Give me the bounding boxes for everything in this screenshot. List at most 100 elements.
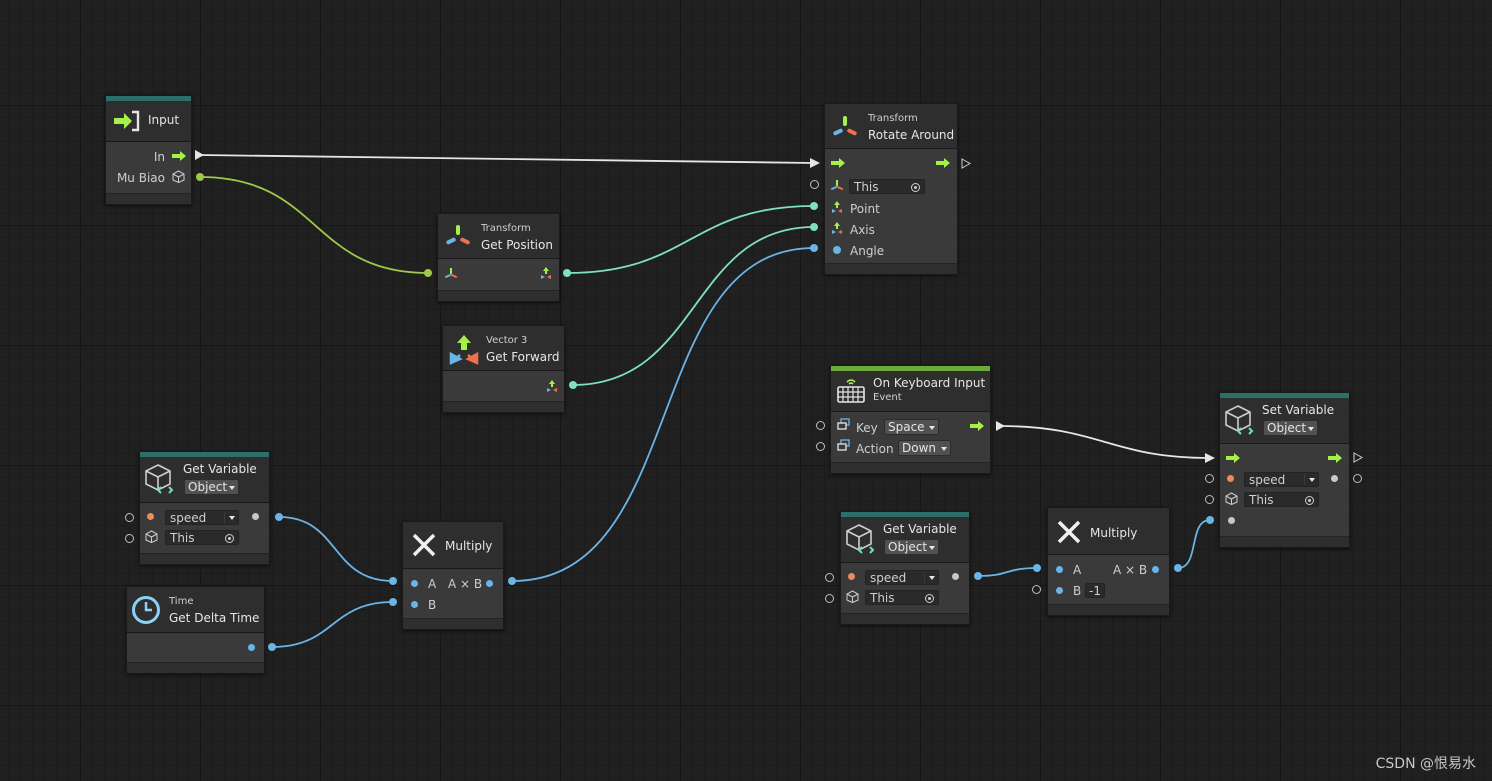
wire-float-deltatime-to-b (271, 601, 394, 648)
output-port-dot[interactable] (1331, 475, 1338, 482)
port-b-dot[interactable] (1056, 587, 1063, 594)
getvar2-name-port[interactable] (825, 573, 834, 582)
transform-small-icon (830, 180, 844, 191)
flow-in-arrow-icon[interactable] (830, 157, 846, 169)
set-variable-node[interactable]: Set Variable Object speed This (1219, 392, 1350, 548)
node-title: On Keyboard Input (873, 376, 986, 390)
value-port-dot[interactable] (1228, 517, 1235, 524)
wire-float-multiply2-to-setvar (1177, 519, 1211, 569)
rotate-around-node[interactable]: Transform Rotate Around This Point Axis … (824, 103, 958, 275)
port-a-label: A (428, 577, 437, 591)
node-title: Get Position (481, 238, 553, 252)
key-label: Key (856, 421, 878, 435)
rotate-flow-out-port[interactable] (961, 158, 971, 169)
output-port-dot[interactable] (952, 573, 959, 580)
getvar-name-port[interactable] (125, 513, 134, 522)
get-variable-node[interactable]: Get Variable Object speed This (139, 451, 270, 565)
multiply2-b-port[interactable] (1032, 585, 1041, 594)
chevron-down-icon (941, 447, 947, 451)
b-value-field[interactable]: -1 (1085, 583, 1105, 598)
kind-dropdown[interactable]: Object (884, 539, 939, 555)
wire-vector-position-to-point (566, 205, 815, 274)
chevron-down-icon (929, 546, 935, 550)
node-title: Get Forward (486, 350, 560, 364)
getvar2-target-port[interactable] (825, 594, 834, 603)
object-cube-icon (172, 170, 185, 183)
input-flow-out-arrow (195, 150, 204, 160)
port-output-label: A × B (448, 577, 483, 591)
action-label: Action (856, 442, 894, 456)
keyboard-flow-out-arrow (996, 421, 1005, 431)
object-cube-icon (1225, 492, 1238, 505)
key-dropdown[interactable]: Space (884, 419, 939, 435)
multiply-node[interactable]: Multiply A A × B B -1 (1047, 507, 1170, 616)
wire-flow-input-to-rotate (199, 154, 815, 164)
chevron-down-icon (929, 576, 935, 580)
setvar-flow-out-port[interactable] (1353, 452, 1363, 463)
output-port-dot[interactable] (1152, 566, 1159, 573)
kind-dropdown[interactable]: Object (1263, 420, 1318, 436)
target-field[interactable]: This (165, 530, 239, 545)
node-title: Set Variable (1262, 403, 1335, 417)
target-field[interactable]: This (1244, 492, 1319, 507)
target-icon[interactable] (925, 594, 934, 603)
port-a-dot[interactable] (411, 580, 418, 587)
on-keyboard-input-node[interactable]: On Keyboard Input Event Key Space Action… (830, 365, 991, 474)
port-a-label: A (1073, 563, 1082, 577)
chevron-down-icon (1309, 478, 1315, 482)
output-port-dot[interactable] (252, 513, 259, 520)
flow-out-arrow-icon[interactable] (1327, 452, 1343, 464)
port-b-dot[interactable] (411, 601, 418, 608)
action-dropdown[interactable]: Down (898, 440, 951, 456)
port-in-label: In (153, 150, 165, 164)
kind-dropdown[interactable]: Object (184, 479, 239, 495)
transform-icon (833, 116, 857, 136)
get-position-node[interactable]: Transform Get Position (437, 213, 560, 302)
flow-out-arrow-icon[interactable] (935, 157, 951, 169)
port-output-label: A × B (1113, 563, 1148, 577)
node-category: Time (169, 596, 194, 607)
get-variable-node[interactable]: Get Variable Object speed This (840, 511, 970, 625)
node-title: Get Variable (183, 462, 257, 476)
wire-float-speed2-to-a (977, 567, 1038, 577)
variable-cube-icon (846, 524, 875, 554)
get-delta-time-node[interactable]: Time Get Delta Time (126, 586, 265, 674)
target-field[interactable]: This (865, 590, 939, 605)
setvar-target-port[interactable] (1205, 495, 1214, 504)
object-cube-icon (145, 530, 158, 543)
string-port-dot (1227, 475, 1234, 482)
output-port-dot[interactable] (486, 580, 493, 587)
target-icon[interactable] (911, 183, 920, 192)
wire-flow-keyboard-to-setvar (999, 425, 1211, 459)
this-field[interactable]: This (849, 179, 925, 194)
port-point-label: Point (850, 202, 880, 216)
setvar-name-port[interactable] (1205, 474, 1214, 483)
port-a-dot[interactable] (1056, 566, 1063, 573)
port-b-label: B (428, 598, 437, 612)
target-icon[interactable] (1305, 496, 1314, 505)
multiply-icon (1057, 520, 1081, 544)
string-port-dot (848, 573, 855, 580)
node-title: Multiply (445, 539, 493, 553)
input-node[interactable]: Input In Mu Biao (105, 95, 192, 205)
target-icon[interactable] (225, 534, 234, 543)
keyboard-key-port[interactable] (816, 421, 825, 430)
vector-axes-icon (832, 201, 842, 213)
name-field[interactable]: speed (165, 510, 239, 525)
output-port-dot[interactable] (248, 644, 255, 651)
multiply-node[interactable]: Multiply A A × B B (402, 521, 504, 630)
get-forward-node[interactable]: Vector 3 Get Forward (442, 325, 565, 413)
port-angle-dot[interactable] (833, 246, 841, 254)
getvar-target-port[interactable] (125, 534, 134, 543)
flow-out-arrow-icon[interactable] (969, 420, 985, 432)
rotate-this-port[interactable] (810, 180, 819, 189)
vector-axes-icon (547, 380, 557, 392)
input-icon (114, 110, 140, 132)
vector-axes-icon (541, 267, 551, 279)
name-field[interactable]: speed (865, 570, 939, 585)
setvar-output-port[interactable] (1353, 474, 1362, 483)
setvar-flow-in-arrowhead (1205, 453, 1215, 463)
name-field[interactable]: speed (1244, 472, 1319, 487)
keyboard-action-port[interactable] (816, 442, 825, 451)
flow-in-arrow-icon[interactable] (1225, 452, 1241, 464)
